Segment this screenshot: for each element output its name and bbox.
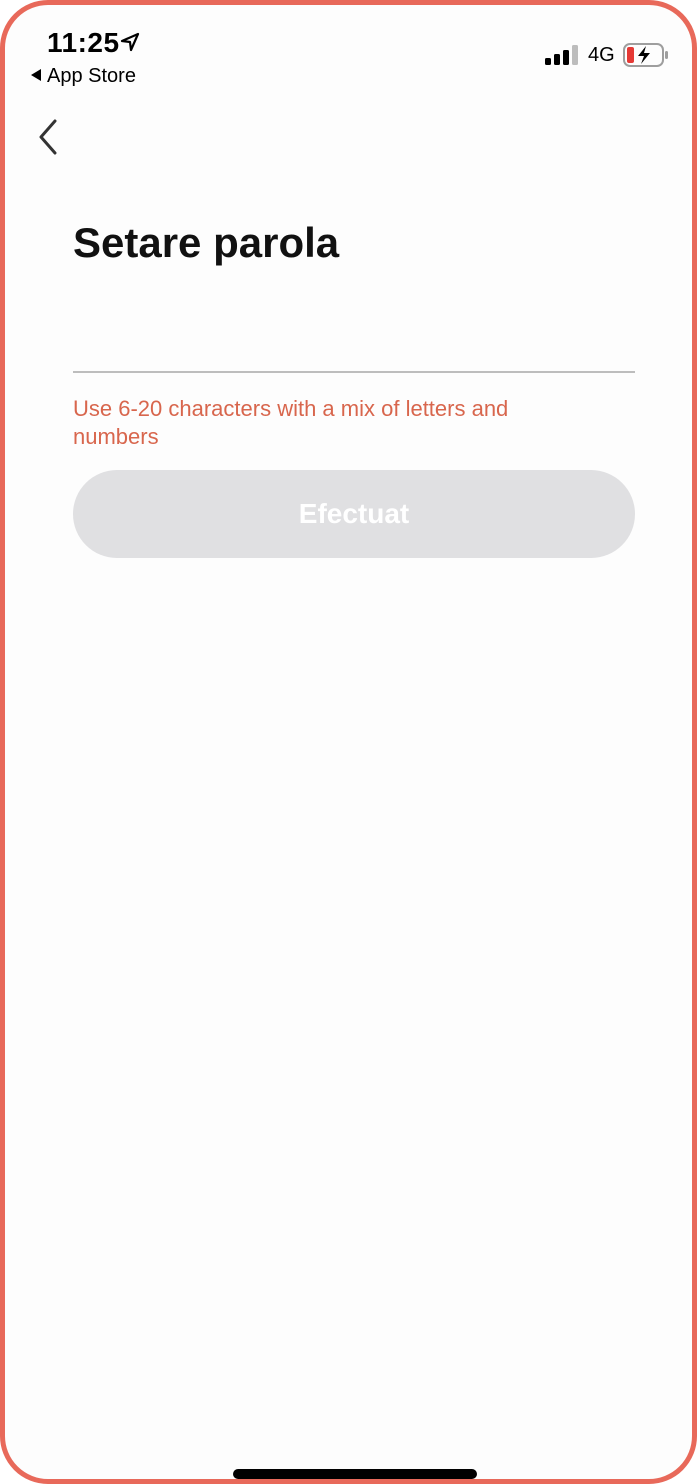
network-type: 4G bbox=[588, 44, 615, 66]
password-input[interactable] bbox=[73, 323, 635, 373]
phone-screen: 11:25 App Store 4G Setare parola Use 6-2… bbox=[0, 0, 697, 1484]
cellular-signal-icon bbox=[545, 45, 578, 65]
submit-button[interactable]: Efectuat bbox=[73, 470, 635, 558]
location-arrow-icon bbox=[120, 32, 140, 52]
chevron-left-icon[interactable] bbox=[35, 117, 61, 157]
home-indicator[interactable] bbox=[233, 1469, 477, 1479]
back-app-label: App Store bbox=[47, 65, 136, 87]
battery-charging-icon bbox=[623, 43, 668, 67]
back-triangle-icon bbox=[31, 69, 41, 81]
page-title: Setare parola bbox=[73, 219, 340, 266]
back-to-app-store[interactable]: App Store bbox=[31, 65, 136, 88]
password-hint: Use 6-20 characters with a mix of letter… bbox=[73, 396, 509, 449]
status-time: 11:25 bbox=[47, 27, 120, 58]
